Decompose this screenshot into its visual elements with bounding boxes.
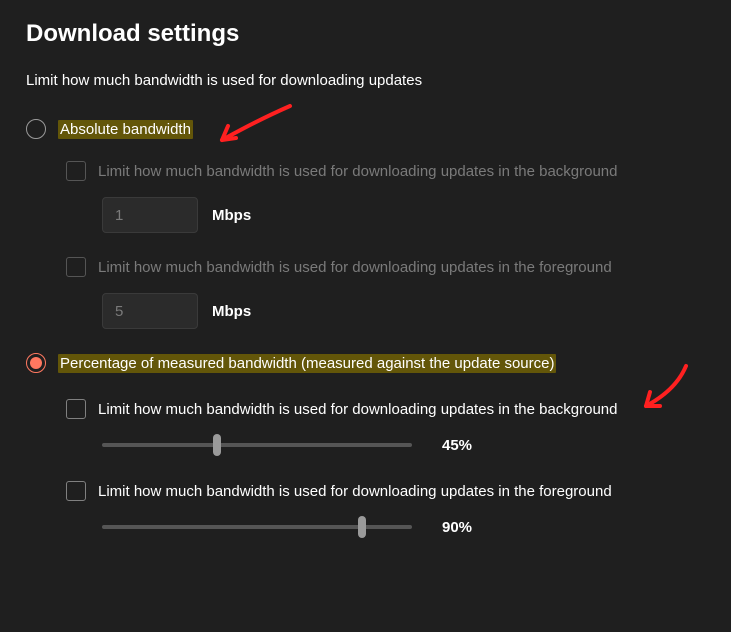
slider-thumb[interactable]	[358, 516, 366, 538]
percentage-bg-checkbox[interactable]	[66, 399, 86, 419]
page-subtitle: Limit how much bandwidth is used for dow…	[26, 72, 705, 89]
absolute-bg-input-row: Mbps	[102, 197, 705, 233]
absolute-bg-check-row[interactable]: Limit how much bandwidth is used for dow…	[66, 161, 705, 181]
absolute-subsection: Limit how much bandwidth is used for dow…	[66, 161, 705, 329]
radio-percentage[interactable]	[26, 353, 46, 373]
percentage-bg-value: 45%	[442, 437, 492, 454]
slider-thumb[interactable]	[213, 434, 221, 456]
percentage-fg-check-row[interactable]: Limit how much bandwidth is used for dow…	[66, 481, 705, 501]
absolute-bg-unit: Mbps	[212, 207, 251, 224]
radio-absolute-row[interactable]: Absolute bandwidth	[26, 119, 705, 139]
absolute-bg-checkbox[interactable]	[66, 161, 86, 181]
absolute-bg-input[interactable]	[102, 197, 198, 233]
percentage-fg-slider-row: 90%	[102, 517, 705, 537]
absolute-fg-check-row[interactable]: Limit how much bandwidth is used for dow…	[66, 257, 705, 277]
absolute-fg-input-row: Mbps	[102, 293, 705, 329]
absolute-fg-checkbox[interactable]	[66, 257, 86, 277]
percentage-fg-checkbox[interactable]	[66, 481, 86, 501]
percentage-fg-slider[interactable]	[102, 517, 412, 537]
percentage-bg-slider-row: 45%	[102, 435, 705, 455]
absolute-fg-input[interactable]	[102, 293, 198, 329]
radio-absolute-label: Absolute bandwidth	[58, 121, 193, 138]
percentage-bg-label: Limit how much bandwidth is used for dow…	[98, 401, 618, 418]
absolute-fg-unit: Mbps	[212, 303, 251, 320]
radio-percentage-label: Percentage of measured bandwidth (measur…	[58, 355, 556, 372]
percentage-bg-slider[interactable]	[102, 435, 412, 455]
slider-track	[102, 443, 412, 447]
percentage-subsection: Limit how much bandwidth is used for dow…	[66, 399, 705, 537]
percentage-bg-check-row[interactable]: Limit how much bandwidth is used for dow…	[66, 399, 705, 419]
radio-absolute[interactable]	[26, 119, 46, 139]
page-title: Download settings	[26, 20, 705, 48]
radio-percentage-row[interactable]: Percentage of measured bandwidth (measur…	[26, 353, 705, 373]
absolute-fg-label: Limit how much bandwidth is used for dow…	[98, 259, 612, 276]
percentage-fg-value: 90%	[442, 519, 492, 536]
percentage-fg-label: Limit how much bandwidth is used for dow…	[98, 483, 612, 500]
absolute-bg-label: Limit how much bandwidth is used for dow…	[98, 163, 618, 180]
